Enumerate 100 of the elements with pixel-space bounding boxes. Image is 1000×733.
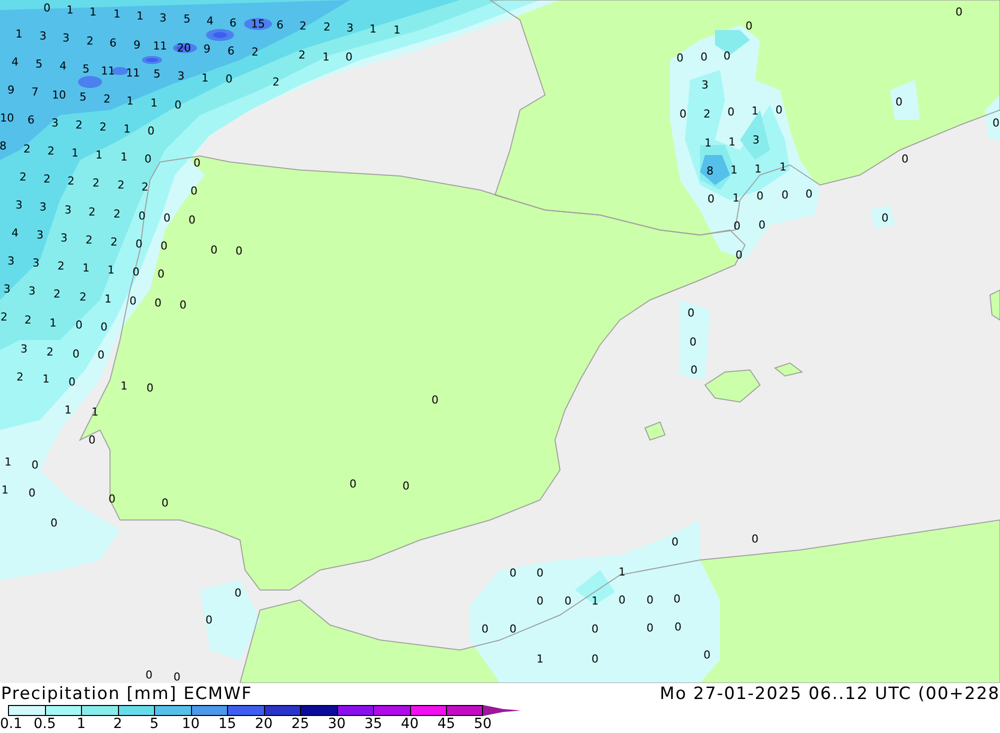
precipitation-value: 0 [510,624,516,634]
scale-label: 0.1 [0,716,24,733]
precipitation-value: 0 [132,266,140,278]
precipitation-value: 1 [66,4,74,16]
precipitation-value: 3 [8,256,14,266]
precipitation-value: 3 [4,284,10,294]
precipitation-value: 8 [0,140,6,152]
precipitation-value: 2 [118,180,124,190]
precipitation-value: 0 [592,654,598,664]
scale-label: 2 [112,716,124,733]
precipitation-value: 0 [724,50,730,62]
precipitation-value: 2 [44,174,50,184]
precipitation-value: 2 [76,120,82,130]
precipitation-value: 0 [510,568,516,578]
precipitation-value: 0 [144,154,152,164]
scale-label: 20 [254,716,274,733]
precipitation-value: 0 [100,322,108,332]
precipitation-value: 0 [76,320,82,330]
precipitation-value: 3 [346,22,354,34]
precipitation-value: 1 [72,148,78,158]
precipitation-value: 2 [86,36,94,46]
precipitation-value: 1 [136,10,144,22]
scale-label: 1 [76,716,87,733]
precipitation-value: 0 [704,650,710,660]
precipitation-value: 0 [728,106,734,118]
scale-label: 50 [472,716,493,733]
precipitation-value: 6 [276,20,284,30]
precipitation-value: 0 [138,210,146,222]
precipitation-value: 0 [674,622,682,632]
scale-label: 25 [290,716,310,733]
precipitation-value: 4 [60,60,66,72]
precipitation-value: 3 [36,230,44,240]
precipitation-value: 3 [52,118,58,128]
precipitation-value: 0 [188,214,196,226]
precipitation-value: 5 [184,14,190,24]
precipitation-value: 0 [752,534,758,544]
precipitation-value: 2 [20,172,26,182]
precipitation-value: 1 [322,52,330,62]
precipitation-value: 0 [758,220,766,230]
precipitation-value: 0 [776,104,782,116]
precipitation-value: 1 [618,566,626,578]
precipitation-value: 2 [114,208,120,220]
precipitation-value: 0 [160,240,168,252]
scale-label: 40 [400,716,420,733]
precipitation-value: 8 [706,166,714,176]
precipitation-value: 2 [298,50,306,60]
precipitation-value: 0 [180,300,186,310]
scale-label: 15 [217,716,238,733]
precipitation-value: 0 [536,596,544,606]
precipitation-value: 0 [482,624,488,634]
precipitation-value: 2 [110,236,118,248]
precipitation-value: 3 [702,80,708,90]
precipitation-value: 11 [153,40,167,52]
precipitation-value: 2 [48,146,54,156]
precipitation-value: 3 [40,30,46,42]
precipitation-value: 9 [204,44,210,54]
precipitation-value: 2 [24,144,30,154]
precipitation-value: 1 [730,164,738,176]
precipitation-value: 1 [202,72,208,84]
precipitation-value: 1 [704,138,712,148]
precipitation-value: 9 [134,40,140,50]
precipitation-value: 0 [756,190,764,202]
precipitation-value: 3 [178,70,184,82]
precipitation-value: 6 [28,114,34,126]
precipitation-value: 3 [16,200,22,210]
precipitation-value: 11 [126,68,140,78]
precipitation-value: 0 [174,672,180,682]
precipitation-value: 3 [32,258,40,268]
precipitation-value: 1 [150,98,158,108]
precipitation-value: 3 [62,32,70,44]
precipitation-value: 5 [82,64,90,74]
precipitation-value: 0 [136,238,142,250]
precipitation-value: 6 [110,38,116,48]
precipitation-value: 0 [68,376,76,388]
precipitation-value: 1 [780,162,786,172]
precipitation-value: 0 [402,480,410,492]
precipitation-value: 1 [120,380,128,392]
precipitation-value: 1 [728,136,736,148]
precipitation-value: 2 [142,182,148,192]
precipitation-value: 0 [350,478,356,490]
precipitation-value: 1 [752,106,758,116]
precipitation-value: 1 [42,374,50,384]
precipitation-value: 3 [20,344,28,354]
precipitation-value: 0 [734,220,740,232]
precipitation-value: 20 [177,42,191,54]
scale-label: 0.5 [32,716,57,733]
precipitation-value: 4 [12,56,18,68]
precipitation-value: 0 [700,52,708,62]
precipitation-value: 0 [676,52,684,64]
precipitation-value: 2 [104,94,110,104]
precipitation-value: 0 [618,594,626,606]
precipitation-value: 0 [158,268,164,280]
precipitation-value: 1 [108,264,114,276]
precipitation-value: 0 [782,190,788,200]
precipitation-value: 0 [690,364,698,376]
precipitation-value: 1 [394,24,400,36]
precipitation-value: 0 [432,394,438,406]
precipitation-value: 1 [114,8,120,20]
precipitation-value: 1 [2,484,8,496]
precipitation-value: 0 [234,588,242,598]
